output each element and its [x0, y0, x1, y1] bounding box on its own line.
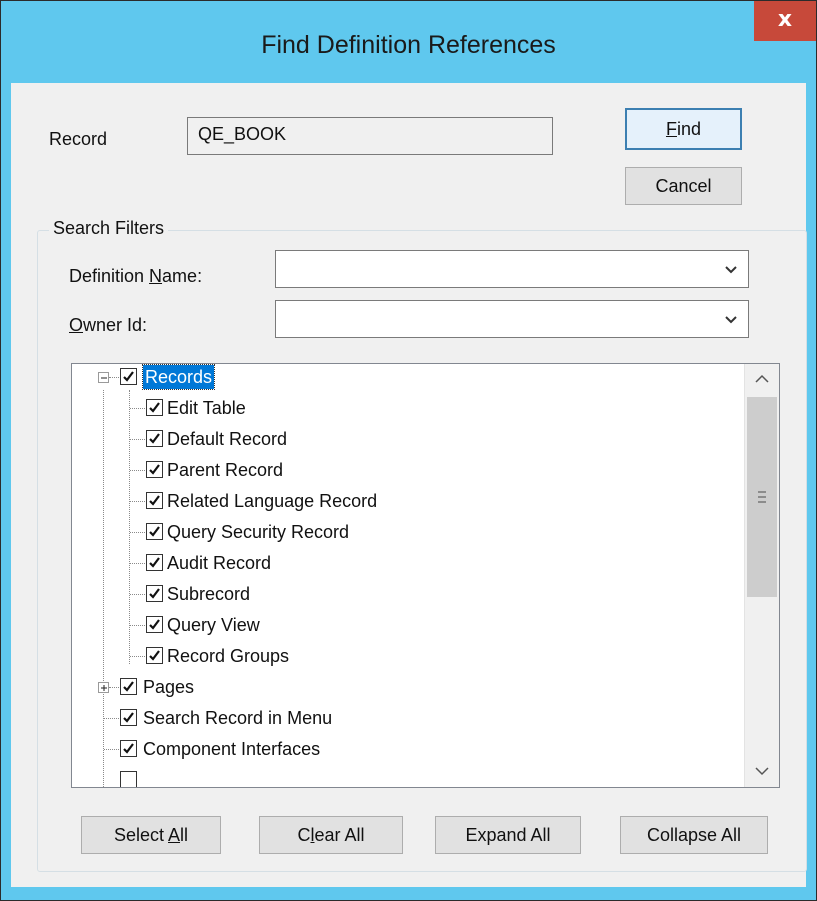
tree-node-records[interactable]: Records [72, 364, 742, 390]
tree-connector [104, 749, 119, 750]
expand-all-button[interactable]: Expand All [435, 816, 581, 854]
owner-id-label-suffix: wner Id: [83, 315, 148, 335]
tree-node-partial[interactable] [72, 767, 742, 787]
tree-connector [130, 625, 145, 626]
tree-connector [130, 532, 145, 533]
tree-node-component-interfaces[interactable]: Component Interfaces [72, 736, 742, 762]
edit-table-label[interactable]: Edit Table [165, 396, 248, 420]
records-label[interactable]: Records [141, 364, 216, 390]
query-view-checkbox[interactable] [146, 616, 163, 633]
definition-name-accelerator: N [149, 266, 163, 286]
query-security-record-checkbox[interactable] [146, 523, 163, 540]
pages-label[interactable]: Pages [141, 675, 196, 699]
tree-node-record-groups[interactable]: Record Groups [72, 643, 742, 669]
related-language-record-label[interactable]: Related Language Record [165, 489, 379, 513]
pages-checkbox[interactable] [120, 678, 137, 695]
collapse-icon[interactable] [98, 372, 109, 383]
owner-id-combo[interactable] [275, 300, 749, 338]
chevron-down-icon[interactable] [720, 259, 742, 281]
tree-node-search-record-in-menu[interactable]: Search Record in Menu [72, 705, 742, 731]
title-bar[interactable]: Find Definition References x [1, 1, 816, 83]
parent-record-label[interactable]: Parent Record [165, 458, 285, 482]
dialog-body: Record QE_BOOK Find Cancel Search Filter… [11, 83, 807, 887]
owner-id-accelerator: O [69, 315, 84, 335]
tree-node-query-view[interactable]: Query View [72, 612, 742, 638]
select-all-label-prefix: Select [113, 825, 169, 845]
search-record-in-menu-label[interactable]: Search Record in Menu [141, 706, 334, 730]
subrecord-checkbox[interactable] [146, 585, 163, 602]
find-accelerator: F [665, 119, 677, 139]
cancel-button[interactable]: Cancel [625, 167, 742, 205]
record-groups-checkbox[interactable] [146, 647, 163, 664]
default-record-checkbox[interactable] [146, 430, 163, 447]
subrecord-label[interactable]: Subrecord [165, 582, 252, 606]
record-field[interactable]: QE_BOOK [187, 117, 553, 155]
query-view-label[interactable]: Query View [165, 613, 262, 637]
tree-connector [109, 687, 119, 688]
audit-record-checkbox[interactable] [146, 554, 163, 571]
collapse-all-button[interactable]: Collapse All [620, 816, 768, 854]
default-record-label[interactable]: Default Record [165, 427, 289, 451]
parent-record-checkbox[interactable] [146, 461, 163, 478]
select-all-accelerator: A [168, 825, 181, 845]
tree-connector [104, 718, 119, 719]
chevron-down-icon[interactable] [720, 309, 742, 331]
tree-connector [130, 439, 145, 440]
partial-checkbox[interactable] [120, 771, 137, 787]
related-language-record-checkbox[interactable] [146, 492, 163, 509]
select-all-label-suffix: ll [180, 825, 189, 845]
tree-connector [130, 470, 145, 471]
tree-connector [130, 563, 145, 564]
tree-node-subrecord[interactable]: Subrecord [72, 581, 742, 607]
record-label: Record [49, 129, 108, 149]
component-interfaces-checkbox[interactable] [120, 740, 137, 757]
tree-connector [130, 408, 145, 409]
find-definition-references-dialog: Find Definition References x Record QE_B… [0, 0, 817, 901]
tree-node-related-language-record[interactable]: Related Language Record [72, 488, 742, 514]
window-title: Find Definition References [261, 31, 556, 59]
audit-record-label[interactable]: Audit Record [165, 551, 273, 575]
owner-id-label: Owner Id: [69, 315, 147, 336]
search-filters-title: Search Filters [49, 218, 169, 239]
find-label-suffix: ind [676, 119, 702, 139]
scroll-thumb[interactable] [747, 397, 777, 597]
tree-node-parent-record[interactable]: Parent Record [72, 457, 742, 483]
tree-node-default-record[interactable]: Default Record [72, 426, 742, 452]
tree-node-edit-table[interactable]: Edit Table [72, 395, 742, 421]
definition-name-label-prefix: Definition [69, 266, 150, 286]
record-groups-label[interactable]: Record Groups [165, 644, 291, 668]
records-checkbox[interactable] [120, 368, 137, 385]
find-button[interactable]: Find [625, 108, 742, 150]
tree-scrollbar[interactable] [744, 364, 779, 787]
close-button[interactable]: x [754, 1, 816, 41]
component-interfaces-label[interactable]: Component Interfaces [141, 737, 322, 761]
expand-icon[interactable] [98, 682, 109, 693]
scroll-down-icon[interactable] [753, 764, 771, 783]
tree-connector [130, 501, 145, 502]
clear-all-button[interactable]: Clear All [259, 816, 403, 854]
definition-name-combo[interactable] [275, 250, 749, 288]
tree-node-query-security-record[interactable]: Query Security Record [72, 519, 742, 545]
edit-table-checkbox[interactable] [146, 399, 163, 416]
tree-connector [130, 594, 145, 595]
clear-all-label-suffix: ear All [314, 825, 365, 845]
tree-connector [109, 377, 119, 378]
tree-node-audit-record[interactable]: Audit Record [72, 550, 742, 576]
close-icon: x [777, 7, 793, 32]
definition-name-label-suffix: ame: [162, 266, 203, 286]
query-security-record-label[interactable]: Query Security Record [165, 520, 351, 544]
definition-name-label: Definition Name: [69, 266, 202, 287]
tree-connector [130, 656, 145, 657]
search-record-in-menu-checkbox[interactable] [120, 709, 137, 726]
select-all-button[interactable]: Select All [81, 816, 221, 854]
clear-all-label-prefix: C [297, 825, 311, 845]
definition-type-tree[interactable]: Records Edit Table Default Record Parent… [71, 363, 780, 788]
scroll-up-icon[interactable] [753, 372, 771, 391]
tree-node-pages[interactable]: Pages [72, 674, 742, 700]
